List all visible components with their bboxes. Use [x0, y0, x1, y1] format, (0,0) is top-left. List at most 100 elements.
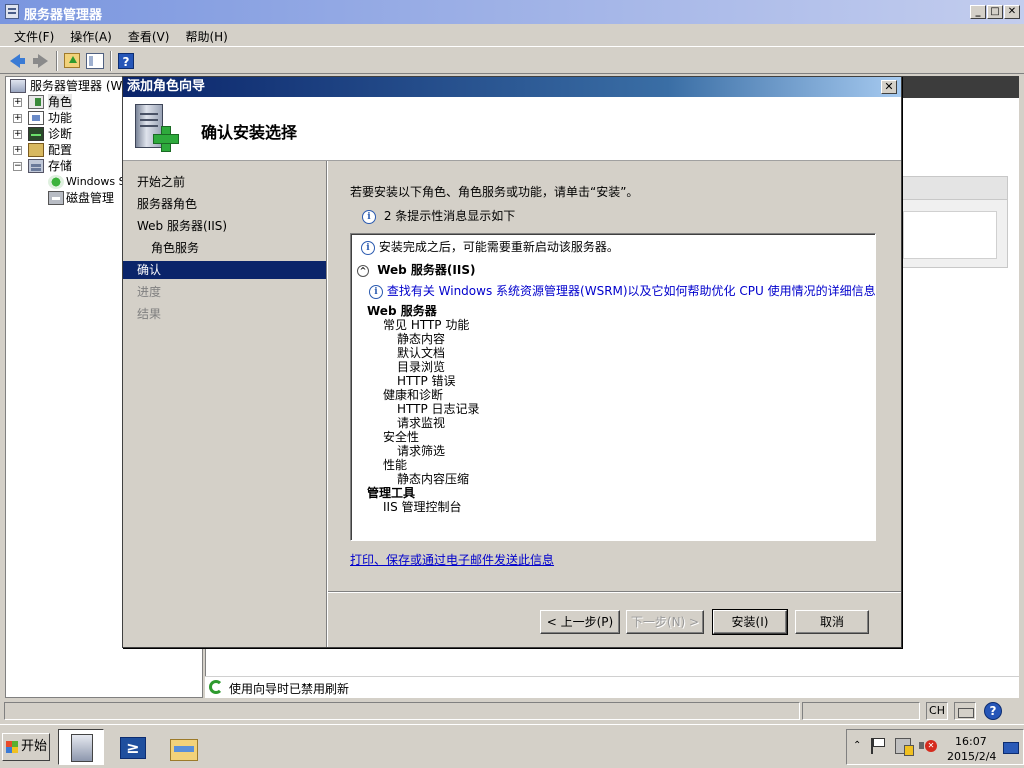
- minimize-button[interactable]: _: [970, 5, 986, 19]
- windows-logo-icon: [6, 741, 18, 753]
- taskbar-powershell[interactable]: ≥: [110, 729, 156, 765]
- status-cell-main: [4, 702, 800, 720]
- selection-summary-box[interactable]: i 安装完成之后，可能需要重新启动该服务器。 ^ Web 服务器(IIS) i …: [350, 233, 876, 541]
- wizard-page-title: 确认安装选择: [201, 123, 298, 142]
- info-messages-summary: i 2 条提示性消息显示如下: [362, 207, 515, 224]
- wizard-close-button[interactable]: ✕: [881, 80, 897, 94]
- disk-management-icon: [48, 191, 64, 205]
- system-tray: ⌃ 16:07 2015/2/4: [846, 729, 1024, 765]
- tree-expander-features[interactable]: +: [13, 114, 22, 123]
- summary-item: 静态内容: [397, 332, 446, 346]
- show-desktop-icon[interactable]: [1003, 742, 1019, 754]
- summary-item: 目录浏览: [397, 360, 446, 374]
- summary-item: 性能: [383, 458, 408, 472]
- install-instruction: 若要安装以下角色、角色服务或功能，请单击“安装”。: [350, 185, 639, 199]
- status-bar: CH ?: [0, 700, 1024, 722]
- print-save-email-link[interactable]: 打印、保存或通过电子邮件发送此信息: [350, 551, 554, 568]
- start-label: 开始: [21, 739, 48, 754]
- tree-item-configuration[interactable]: 配置: [48, 142, 72, 158]
- green-plus-icon: [153, 126, 179, 152]
- status-cell-secondary: [802, 702, 920, 720]
- volume-muted-icon[interactable]: [919, 738, 937, 754]
- restart-note: 安装完成之后，可能需要重新启动该服务器。: [378, 240, 619, 254]
- wizard-nav-web-server[interactable]: Web 服务器(IIS): [123, 217, 326, 235]
- show-hide-tree-icon[interactable]: [86, 53, 104, 69]
- summary-item: 管理工具: [367, 486, 416, 500]
- back-button[interactable]: < 上一步(P): [540, 610, 620, 634]
- tree-item-storage[interactable]: 存储: [48, 158, 72, 174]
- wizard-nav-server-roles[interactable]: 服务器角色: [123, 195, 326, 213]
- summary-item: 常见 HTTP 功能: [383, 318, 470, 332]
- menu-action[interactable]: 操作(A): [62, 24, 120, 46]
- main-title-bar[interactable]: 服务器管理器 _ □ ✕: [0, 0, 1024, 24]
- features-icon: [28, 111, 44, 125]
- ime-help-icon[interactable]: ?: [984, 702, 1002, 720]
- tree-item-roles[interactable]: 角色: [48, 94, 73, 110]
- menu-file[interactable]: 文件(F): [6, 24, 62, 46]
- summary-item: 默认文档: [397, 346, 446, 360]
- menu-view[interactable]: 查看(V): [120, 24, 178, 46]
- summary-item: 请求筛选: [397, 444, 446, 458]
- summary-item: IIS 管理控制台: [383, 500, 462, 514]
- tree-item-windows-backup[interactable]: Windows S: [66, 174, 126, 190]
- configuration-icon: [28, 143, 44, 157]
- clock-date[interactable]: 2015/2/4: [947, 750, 996, 763]
- details-section-box: [902, 176, 1008, 268]
- summary-item: HTTP 日志记录: [397, 402, 480, 416]
- up-folder-icon[interactable]: [64, 53, 80, 68]
- wizard-nav-before-you-begin[interactable]: 开始之前: [123, 173, 326, 191]
- refresh-status-bar: 使用向导时已禁用刷新: [205, 676, 1019, 698]
- taskbar: 开始 ≥ ⌃ 16:07 2015/2/4: [0, 724, 1024, 768]
- toolbar-separator: [56, 51, 58, 71]
- toolbar-separator: [110, 51, 112, 71]
- wizard-content: 若要安装以下角色、角色服务或功能，请单击“安装”。 i 2 条提示性消息显示如下…: [328, 161, 901, 591]
- tree-item-features[interactable]: 功能: [48, 110, 72, 126]
- tree-expander-roles[interactable]: +: [13, 98, 22, 107]
- wizard-nav-progress: 进度: [137, 285, 162, 299]
- start-button[interactable]: 开始: [2, 733, 50, 761]
- summary-item: 健康和诊断: [383, 388, 444, 402]
- action-center-flag-icon[interactable]: [871, 738, 885, 754]
- summary-item: HTTP 错误: [397, 374, 456, 388]
- tree-expander-configuration[interactable]: +: [13, 146, 22, 155]
- clock-time[interactable]: 16:07: [955, 735, 987, 748]
- refresh-icon: [209, 680, 223, 694]
- summary-item: 安全性: [383, 430, 420, 444]
- menu-help[interactable]: 帮助(H): [177, 24, 235, 46]
- info-messages-count: 2 条提示性消息显示如下: [383, 209, 516, 223]
- collapse-chevron-icon[interactable]: ^: [357, 264, 369, 277]
- storage-icon: [28, 159, 44, 173]
- wizard-title: 添加角色向导: [127, 79, 206, 94]
- tree-expander-storage[interactable]: −: [13, 162, 22, 171]
- tree-root-server-manager[interactable]: 服务器管理器 (WI: [30, 78, 126, 94]
- info-icon: i: [369, 284, 383, 299]
- close-button[interactable]: ✕: [1004, 5, 1020, 19]
- maximize-button[interactable]: □: [987, 5, 1003, 19]
- menu-bar: 文件(F) 操作(A) 查看(V) 帮助(H): [0, 24, 1024, 46]
- info-icon: i: [362, 209, 376, 224]
- install-button[interactable]: 安装(I): [712, 609, 788, 635]
- language-indicator[interactable]: CH: [926, 702, 948, 720]
- info-icon: i: [361, 240, 375, 255]
- back-arrow-icon[interactable]: [8, 51, 28, 71]
- keyboard-icon[interactable]: [954, 702, 976, 720]
- wizard-button-bar: < 上一步(P) 下一步(N) > 安装(I) 取消: [328, 591, 901, 647]
- wsrm-info-link[interactable]: 查找有关 Windows 系统资源管理器(WSRM)以及它如何帮助优化 CPU …: [387, 284, 875, 298]
- taskbar-explorer[interactable]: [160, 729, 206, 765]
- cancel-button[interactable]: 取消: [795, 610, 869, 634]
- show-hidden-icons-icon[interactable]: ⌃: [853, 740, 861, 751]
- wizard-title-bar[interactable]: 添加角色向导 ✕: [123, 77, 901, 97]
- main-window-title: 服务器管理器: [24, 8, 103, 23]
- forward-arrow-icon[interactable]: [30, 51, 50, 71]
- taskbar-server-manager[interactable]: [58, 729, 104, 765]
- help-icon[interactable]: ?: [118, 53, 134, 69]
- wsrm-info-row: i 查找有关 Windows 系统资源管理器(WSRM)以及它如何帮助优化 CP…: [369, 284, 875, 299]
- wizard-nav-confirmation[interactable]: 确认: [123, 261, 326, 279]
- tree-item-disk-management[interactable]: 磁盘管理: [66, 190, 114, 206]
- section-header-web-server[interactable]: ^ Web 服务器(IIS): [357, 263, 475, 277]
- tree-expander-diagnostics[interactable]: +: [13, 130, 22, 139]
- network-icon[interactable]: [895, 738, 914, 756]
- wizard-nav-role-services[interactable]: 角色服务: [123, 239, 326, 257]
- windows-backup-icon: [48, 175, 64, 189]
- tree-item-diagnostics[interactable]: 诊断: [48, 126, 72, 142]
